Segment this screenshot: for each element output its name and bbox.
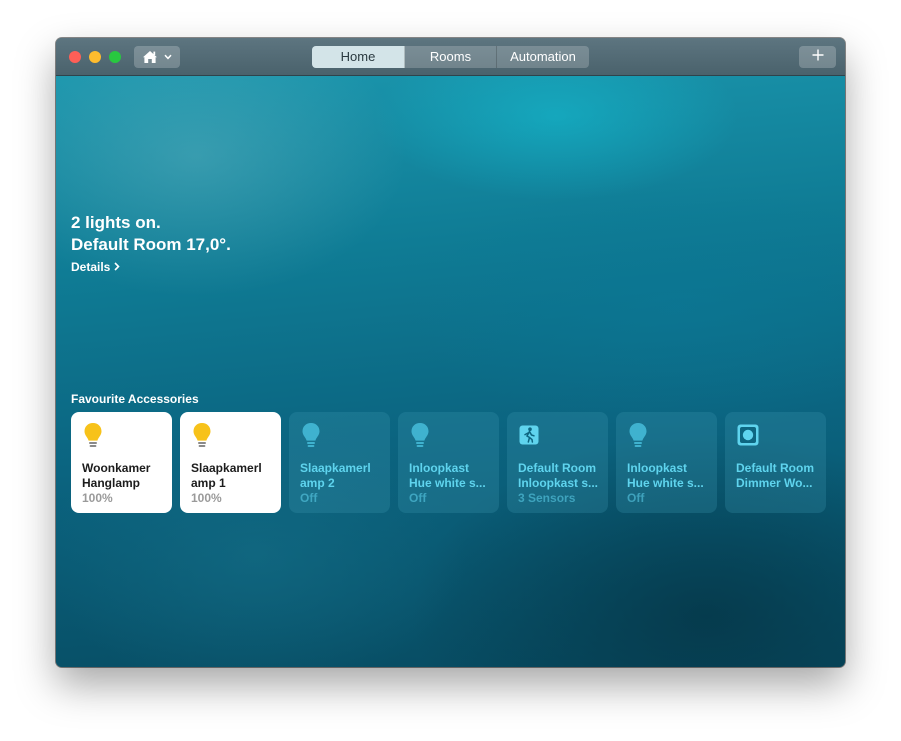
accessory-name-line2: Dimmer Wo... [736,476,813,490]
accessory-status: Off [300,491,318,505]
accessory-name-line1: Woonkamer [82,461,151,475]
accessory-name: Slaapkamerl amp 1 [191,461,277,491]
accessory-name: Slaapkamerl amp 2 [300,461,386,491]
accessory-status: 3 Sensors [518,491,576,505]
accessory-status: Off [409,491,427,505]
accessory-name-line1: Slaapkamerl [191,461,262,475]
dimmer-switch-icon [737,422,759,451]
details-link[interactable]: Details [71,260,120,274]
details-label: Details [71,260,111,274]
chevron-down-icon [164,54,172,60]
title-bar: Home Rooms Automation [56,38,845,76]
accessory-name: Default Room Dimmer Wo... [736,461,822,491]
accessory-name-line2: Hue white s... [627,476,704,490]
accessory-status: 100% [191,491,222,505]
tab-home[interactable]: Home [312,46,405,68]
home-selector-button[interactable] [134,46,180,68]
house-icon [142,50,158,64]
chevron-right-icon [114,260,120,274]
accessory-name-line1: Inloopkast [409,461,470,475]
accessory-name-line2: amp 2 [300,476,335,490]
accessory-name-line1: Slaapkamerl [300,461,371,475]
accessory-tile-inloopkast-hue-1[interactable]: Inloopkast Hue white s... Off [398,412,499,513]
home-app-window: Home Rooms Automation 2 lights on. Defau… [56,38,845,667]
home-summary: 2 lights on. Default Room 17,0°. [71,212,231,256]
accessory-tile-inloopkast-hue-2[interactable]: Inloopkast Hue white s... Off [616,412,717,513]
home-content: 2 lights on. Default Room 17,0°. Details… [56,76,845,667]
accessory-name-line2: Hanglamp [82,476,141,490]
accessory-tile-dimmer[interactable]: Default Room Dimmer Wo... [725,412,826,513]
close-window-button[interactable] [69,51,81,63]
add-button[interactable] [799,46,836,68]
tab-rooms[interactable]: Rooms [405,46,497,68]
accessory-tile-slaapkamerlamp-2[interactable]: Slaapkamerl amp 2 Off [289,412,390,513]
motion-sensor-icon [519,422,539,450]
summary-temperature: Default Room 17,0°. [71,235,231,254]
accessory-name: Inloopkast Hue white s... [627,461,713,491]
view-tabs: Home Rooms Automation [312,46,589,68]
lightbulb-icon [628,422,648,454]
favourites-title: Favourite Accessories [71,392,199,406]
zoom-window-button[interactable] [109,51,121,63]
accessory-status: Off [627,491,645,505]
accessory-name-line1: Default Room [736,461,814,475]
lightbulb-icon [83,422,103,454]
accessory-name-line2: Inloopkast s... [518,476,599,490]
favourite-accessories: Woonkamer Hanglamp 100% Slaapkamerl amp … [71,412,826,513]
lightbulb-icon [410,422,430,454]
accessory-name-line2: Hue white s... [409,476,486,490]
accessory-tile-inloopkast-sensor[interactable]: Default Room Inloopkast s... 3 Sensors [507,412,608,513]
accessory-name-line2: amp 1 [191,476,226,490]
accessory-tile-woonkamer-hanglamp[interactable]: Woonkamer Hanglamp 100% [71,412,172,513]
lightbulb-icon [301,422,321,454]
accessory-name: Inloopkast Hue white s... [409,461,495,491]
accessory-name-line1: Inloopkast [627,461,688,475]
lightbulb-icon [192,422,212,454]
plus-icon [812,48,824,66]
accessory-name: Default Room Inloopkast s... [518,461,604,491]
accessory-status: 100% [82,491,113,505]
accessory-tile-slaapkamerlamp-1[interactable]: Slaapkamerl amp 1 100% [180,412,281,513]
minimize-window-button[interactable] [89,51,101,63]
accessory-name: Woonkamer Hanglamp [82,461,168,491]
summary-lights: 2 lights on. [71,213,161,232]
tab-automation[interactable]: Automation [497,46,589,68]
accessory-name-line1: Default Room [518,461,596,475]
